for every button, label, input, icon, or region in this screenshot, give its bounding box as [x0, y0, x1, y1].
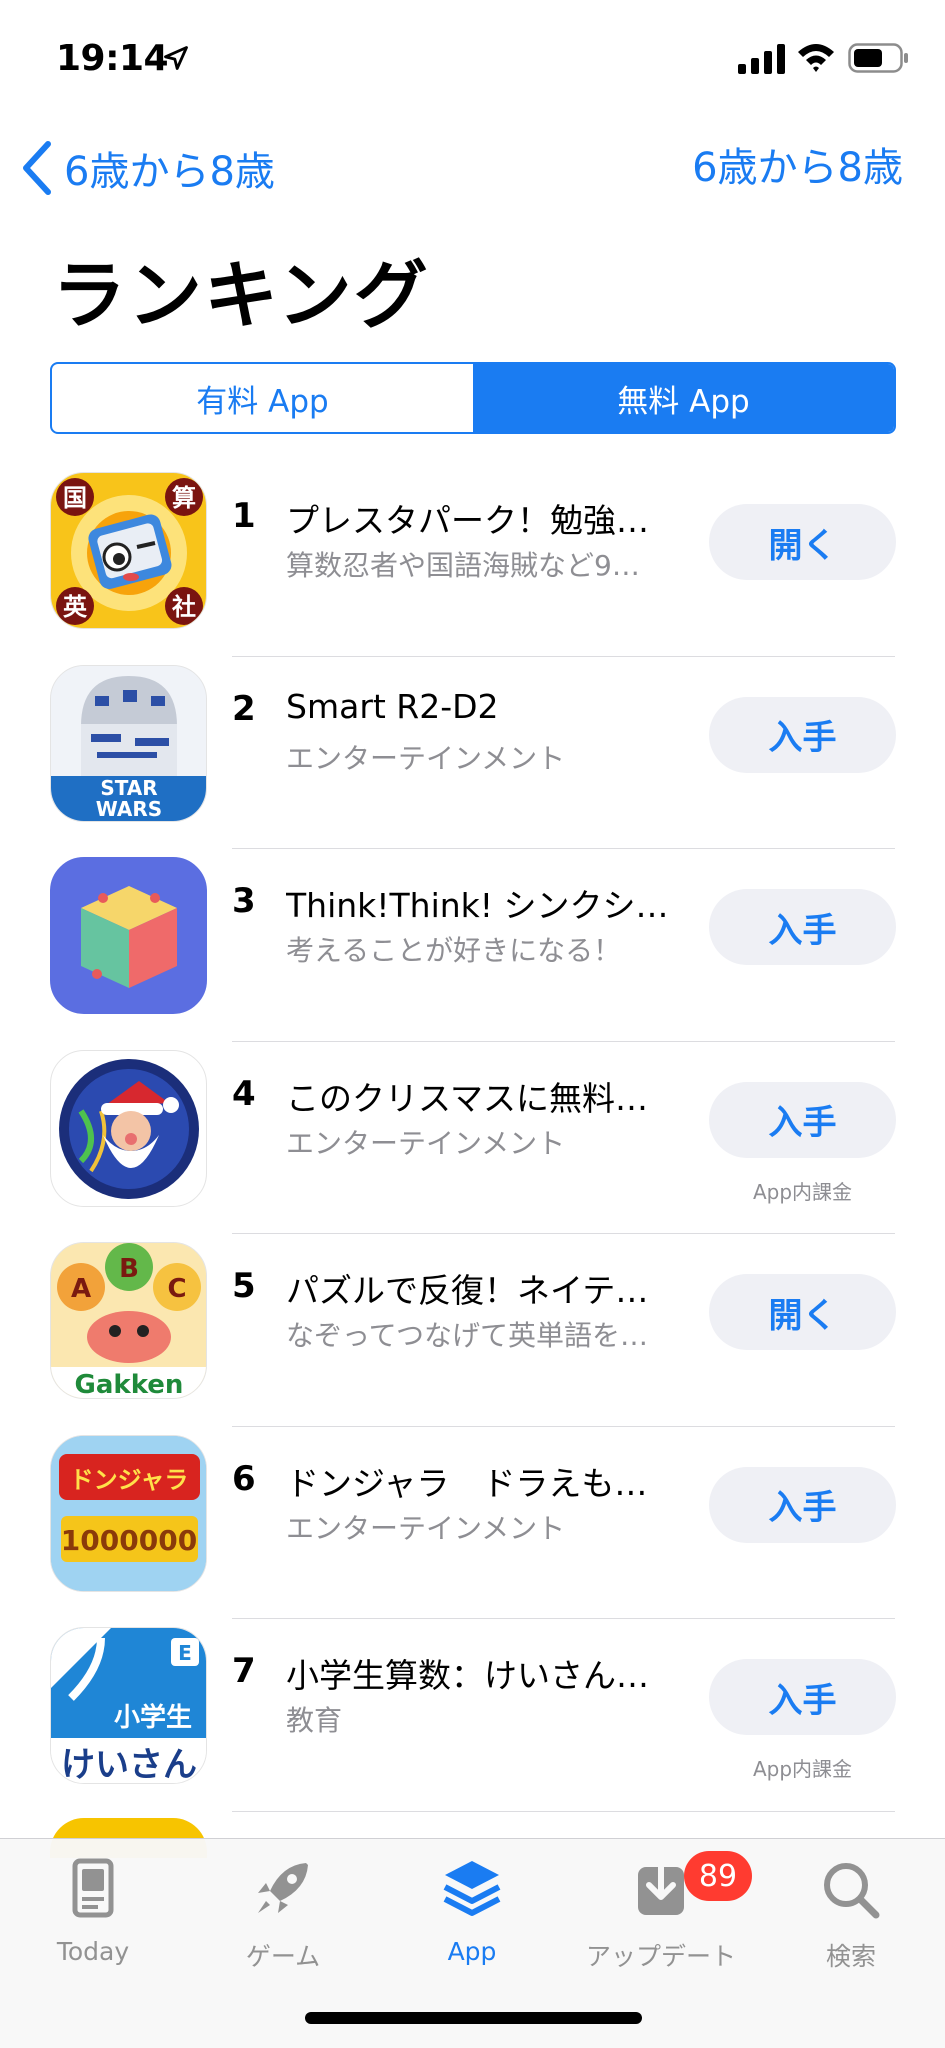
tab-label: App [447, 1937, 497, 1966]
app-name: Smart R2-D2 [286, 686, 499, 726]
rocket-icon [258, 1863, 308, 1913]
ranking-list: 国 算 英 社 1 プレスタパーク！勉強… 算数忍者や国語海賊など9… 開く S… [0, 464, 945, 1812]
app-name: Think!Think! シンクシ… [286, 886, 666, 925]
icon-glyph: Gakken [75, 1370, 184, 1399]
app-subtitle: 算数忍者や国語海賊など9… [286, 549, 640, 582]
tab-label: ゲーム [245, 1942, 321, 1971]
rank-number: 7 [232, 1651, 256, 1691]
app-subtitle: 考えることが好きになる！ [286, 934, 622, 967]
get-button[interactable]: 入手 [709, 696, 896, 773]
icon-glyph: ドンジャラ [70, 1466, 189, 1494]
icon-glyph: 社 [172, 593, 196, 621]
app-name: このクリスマスに無料… [286, 1078, 649, 1118]
open-button[interactable]: 開く [709, 1274, 896, 1350]
wifi-icon [798, 44, 834, 72]
app-subtitle: エンターテインメント [286, 1511, 566, 1545]
list-item[interactable]: 3 Think!Think! シンクシ… 考えることが好きになる！ 入手 [0, 849, 945, 1042]
page-title: ランキング [52, 253, 430, 339]
rank-number: 5 [232, 1266, 256, 1306]
app-icon-donjara[interactable]: ドンジャラ 1000000 [50, 1434, 207, 1592]
icon-glyph: E [178, 1641, 192, 1665]
icon-glyph: C [167, 1274, 186, 1304]
layers-icon [443, 1861, 501, 1916]
in-app-purchase-note: App内課金 [752, 1179, 853, 1204]
segment-free[interactable]: 無料 App [473, 364, 894, 432]
list-item[interactable]: A B C Gakken 5 パズルで反復！ネイテ… なぞってつなげて英単語を…… [0, 1234, 945, 1427]
tab-label: Today [56, 1937, 130, 1966]
status-bar: 19:14 [0, 0, 945, 110]
app-subtitle: 教育 [286, 1704, 343, 1737]
tab-label: アップデート [585, 1942, 736, 1971]
tab-apps[interactable]: App [382, 1857, 562, 1966]
today-icon [72, 1858, 114, 1918]
get-button[interactable]: 入手 [709, 1659, 896, 1735]
segment-paid[interactable]: 有料 App [52, 364, 473, 432]
rank-number: 1 [232, 496, 256, 536]
icon-glyph: 英 [63, 593, 88, 621]
tab-today[interactable]: Today [3, 1857, 183, 1966]
back-label: 6歳から8歳 [64, 149, 275, 195]
cellular-signal-icon [738, 44, 785, 74]
tab-label: 検索 [825, 1942, 876, 1971]
app-icon-shogakusei-keisan[interactable]: E 小学生 けいさん [50, 1627, 207, 1784]
open-button[interactable]: 開く [709, 504, 896, 580]
app-name: パズルで反復！ネイテ… [286, 1271, 649, 1310]
list-item[interactable]: ドンジャラ 1000000 6 ドンジャラ ドラえも… エンターテインメント 入… [0, 1427, 945, 1619]
get-button[interactable]: 入手 [709, 1081, 896, 1158]
app-icon-christmas-santa[interactable] [50, 1049, 207, 1207]
app-subtitle: なぞってつなげて英単語を… [286, 1319, 649, 1352]
search-icon [824, 1863, 880, 1919]
back-button[interactable]: 6歳から8歳 [20, 138, 275, 198]
icon-glyph: 算 [172, 484, 196, 512]
list-item[interactable]: 4 このクリスマスに無料… エンターテインメント 入手 App内課金 [0, 1042, 945, 1234]
app-subtitle: エンターテインメント [286, 1126, 566, 1160]
app-icon-gakken-puzzle[interactable]: A B C Gakken [50, 1242, 207, 1399]
icon-glyph: 小学生 [114, 1702, 192, 1733]
icon-glyph: 国 [63, 484, 87, 512]
battery-icon [848, 43, 908, 73]
tab-games[interactable]: ゲーム [193, 1857, 373, 1973]
chevron-left-icon [23, 141, 51, 195]
list-item[interactable]: E 小学生 けいさん 7 小学生算数：けいさん… 教育 入手 App内課金 [0, 1619, 945, 1812]
tab-search[interactable]: 検索 [761, 1857, 941, 1973]
icon-glyph: WARS [96, 797, 162, 821]
rank-number: 3 [232, 881, 256, 921]
app-name: プレスタパーク！勉強… [286, 501, 649, 540]
app-name: ドンジャラ ドラえも… [286, 1463, 648, 1503]
rank-number: 4 [232, 1073, 256, 1114]
icon-glyph: けいさん [61, 1745, 197, 1784]
category-link[interactable]: 6歳から8歳 [692, 138, 903, 198]
app-name: 小学生算数：けいさん… [286, 1656, 649, 1695]
list-item[interactable]: 国 算 英 社 1 プレスタパーク！勉強… 算数忍者や国語海賊など9… 開く [0, 464, 945, 657]
status-time: 19:14 [56, 38, 169, 79]
app-icon-smart-r2d2[interactable]: STAR WARS [50, 664, 207, 822]
get-button[interactable]: 入手 [709, 1466, 896, 1543]
app-icon-thinkthink[interactable] [50, 857, 207, 1014]
icon-glyph: 1000000 [61, 1524, 197, 1557]
list-item[interactable]: STAR WARS 2 Smart R2-D2 エンターテインメント 入手 [0, 657, 945, 849]
updates-badge: 89 [684, 1851, 752, 1901]
app-subtitle: エンターテインメント [286, 741, 566, 775]
in-app-purchase-note: App内課金 [752, 1757, 853, 1781]
get-button[interactable]: 入手 [709, 889, 896, 965]
divider [232, 1810, 895, 1812]
rank-number: 2 [232, 688, 256, 729]
icon-glyph: A [71, 1274, 91, 1304]
rank-number: 6 [232, 1458, 256, 1499]
price-segmented-control: 有料 App 無料 App [50, 362, 896, 434]
app-icon-prestapark[interactable]: 国 算 英 社 [50, 472, 207, 629]
home-indicator[interactable] [305, 2012, 642, 2024]
location-arrow-icon [164, 46, 188, 70]
icon-glyph: B [119, 1254, 139, 1284]
